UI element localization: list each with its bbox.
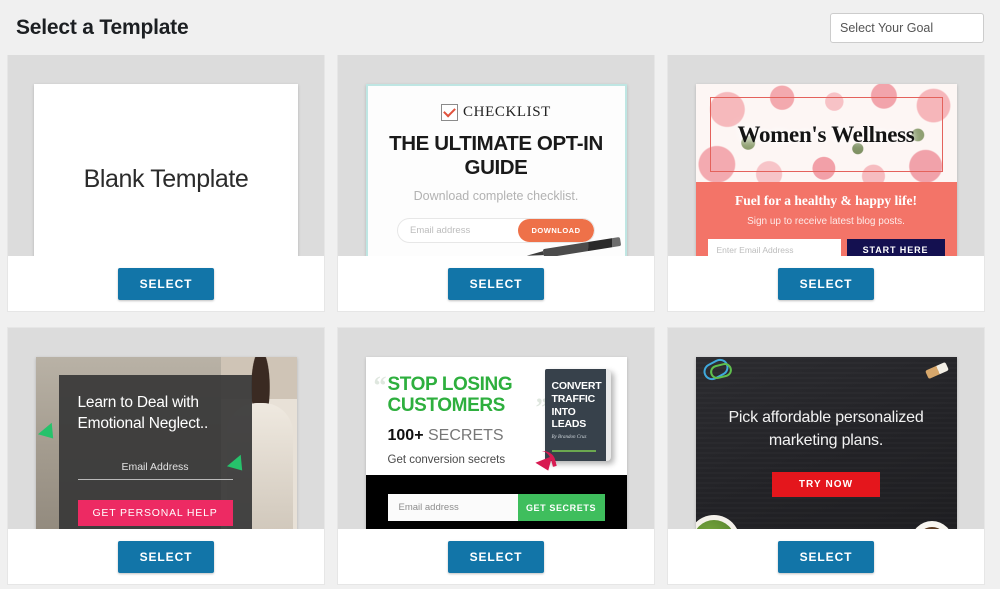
select-button-stop-losing-customers[interactable]: SELECT bbox=[447, 540, 545, 573]
checklist-badge: CHECKLIST bbox=[386, 104, 607, 121]
neglect-overlay-panel: Learn to Deal with Emotional Neglect.. E… bbox=[58, 375, 252, 529]
ebook-line-3: INTO bbox=[551, 405, 576, 418]
thumbnail-emotional-neglect: Learn to Deal with Emotional Neglect.. E… bbox=[35, 357, 297, 529]
template-footer-emotional-neglect: SELECT bbox=[8, 529, 324, 584]
select-button-womens-wellness[interactable]: SELECT bbox=[777, 267, 875, 300]
ebook-author: By Brandon Cruz bbox=[551, 435, 587, 441]
quote-open-icon: “ bbox=[373, 371, 387, 400]
chalk-try-now-button[interactable]: TRY NOW bbox=[772, 471, 880, 497]
goal-select-value: Select Your Goal bbox=[840, 20, 934, 35]
stop-secrets-count: 100+ bbox=[387, 427, 424, 445]
wellness-signup-form: Enter Email Address START HERE bbox=[707, 239, 945, 256]
template-preview-marketing-plans: Pick affordable personalized marketing p… bbox=[668, 328, 984, 529]
select-button-emotional-neglect[interactable]: SELECT bbox=[117, 540, 215, 573]
wellness-floral-banner: Women's Wellness bbox=[695, 84, 957, 182]
select-your-goal-dropdown[interactable]: Select Your Goal bbox=[830, 12, 984, 43]
wellness-headline: Women's Wellness bbox=[737, 121, 915, 147]
checkbox-check-icon bbox=[441, 104, 459, 121]
checklist-download-button[interactable]: DOWNLOAD bbox=[518, 219, 594, 242]
neglect-email-underline bbox=[77, 478, 233, 480]
green-arrow-icon bbox=[37, 422, 60, 445]
template-footer-stop-losing-customers: SELECT bbox=[338, 529, 654, 584]
checklist-email-input[interactable]: Email address bbox=[398, 219, 518, 242]
template-footer-marketing-plans: SELECT bbox=[668, 529, 984, 584]
blank-template-label: Blank Template bbox=[83, 164, 249, 193]
select-button-blank-template[interactable]: SELECT bbox=[117, 267, 215, 300]
wellness-tagline: Fuel for a healthy & happy life! bbox=[735, 193, 917, 208]
template-footer-ultimate-opt-in-guide: SELECT bbox=[338, 256, 654, 311]
stop-content-area: “ ” STOP LOSING CUSTOMERS 100+ SECRETS G… bbox=[366, 357, 627, 475]
template-preview-womens-wellness: Women's Wellness Fuel for a healthy & ha… bbox=[668, 55, 984, 256]
ebook-line-2: TRAFFIC bbox=[551, 392, 596, 405]
stop-signup-form: Email address GET SECRETS bbox=[387, 494, 605, 521]
wellness-subhead: Sign up to receive latest blog posts. bbox=[747, 216, 905, 227]
neglect-headline: Learn to Deal with Emotional Neglect.. bbox=[77, 394, 209, 432]
eraser-icon bbox=[924, 361, 949, 380]
page-title: Select a Template bbox=[16, 15, 189, 39]
neglect-cta-button[interactable]: GET PERSONAL HELP bbox=[77, 499, 233, 526]
stop-signup-section: Email address GET SECRETS bbox=[365, 475, 627, 529]
checklist-badge-label: CHECKLIST bbox=[463, 104, 551, 120]
template-preview-emotional-neglect: Learn to Deal with Emotional Neglect.. E… bbox=[8, 328, 324, 529]
ebook-line-1: CONVERT bbox=[551, 380, 602, 392]
thumbnail-blank-template: Blank Template bbox=[34, 84, 298, 256]
checklist-subhead: Download complete checklist. bbox=[413, 189, 579, 203]
page-header: Select a Template Select Your Goal bbox=[0, 0, 1000, 55]
template-card-womens-wellness[interactable]: Women's Wellness Fuel for a healthy & ha… bbox=[668, 55, 984, 311]
chalk-headline: Pick affordable personalized marketing p… bbox=[728, 409, 924, 449]
select-button-marketing-plans[interactable]: SELECT bbox=[777, 540, 875, 573]
coffee-cup-image bbox=[910, 521, 953, 529]
red-curved-arrow-icon bbox=[534, 456, 557, 474]
template-card-emotional-neglect[interactable]: Learn to Deal with Emotional Neglect.. E… bbox=[8, 328, 324, 584]
template-footer-womens-wellness: SELECT bbox=[668, 256, 984, 311]
select-button-ultimate-opt-in-guide[interactable]: SELECT bbox=[447, 267, 545, 300]
wellness-title-frame: Women's Wellness bbox=[709, 97, 943, 172]
template-card-blank-template[interactable]: Blank Template SELECT bbox=[8, 55, 324, 311]
template-preview-ultimate-opt-in-guide: CHECKLIST THE ULTIMATE OPT-IN GUIDE Down… bbox=[338, 55, 654, 256]
thumbnail-womens-wellness: Women's Wellness Fuel for a healthy & ha… bbox=[695, 84, 957, 256]
stop-get-secrets-button[interactable]: GET SECRETS bbox=[517, 494, 605, 521]
template-card-stop-losing-customers[interactable]: “ ” STOP LOSING CUSTOMERS 100+ SECRETS G… bbox=[338, 328, 654, 584]
stop-secrets-word: SECRETS bbox=[428, 427, 504, 445]
template-preview-stop-losing-customers: “ ” STOP LOSING CUSTOMERS 100+ SECRETS G… bbox=[338, 328, 654, 529]
ebook-line-4: LEADS bbox=[551, 418, 587, 431]
checklist-headline: THE ULTIMATE OPT-IN GUIDE bbox=[389, 132, 603, 179]
template-card-marketing-plans[interactable]: Pick affordable personalized marketing p… bbox=[668, 328, 984, 584]
template-preview-blank-template: Blank Template bbox=[8, 55, 324, 256]
neglect-email-label[interactable]: Email Address bbox=[78, 461, 233, 473]
wellness-email-input[interactable]: Enter Email Address bbox=[707, 239, 841, 256]
thumbnail-ultimate-opt-in-guide: CHECKLIST THE ULTIMATE OPT-IN GUIDE Down… bbox=[365, 84, 627, 256]
wellness-start-here-button[interactable]: START HERE bbox=[846, 239, 945, 256]
thumbnail-marketing-plans: Pick affordable personalized marketing p… bbox=[695, 357, 957, 529]
thumbnail-stop-losing-customers: “ ” STOP LOSING CUSTOMERS 100+ SECRETS G… bbox=[365, 357, 627, 529]
wellness-signup-section: Fuel for a healthy & happy life! Sign up… bbox=[695, 182, 957, 256]
checklist-signup-form: Email address DOWNLOAD bbox=[397, 218, 595, 243]
template-card-ultimate-opt-in-guide[interactable]: CHECKLIST THE ULTIMATE OPT-IN GUIDE Down… bbox=[338, 55, 654, 311]
template-grid: Blank Template SELECT CHECKLIST THE ULTI… bbox=[0, 55, 1000, 584]
plant-pot-image bbox=[695, 515, 740, 529]
stop-email-input[interactable]: Email address bbox=[387, 494, 518, 521]
template-footer-blank-template: SELECT bbox=[8, 256, 324, 311]
ebook-cover-image: CONVERT TRAFFIC INTO LEADS By Brandon Cr… bbox=[544, 369, 611, 461]
